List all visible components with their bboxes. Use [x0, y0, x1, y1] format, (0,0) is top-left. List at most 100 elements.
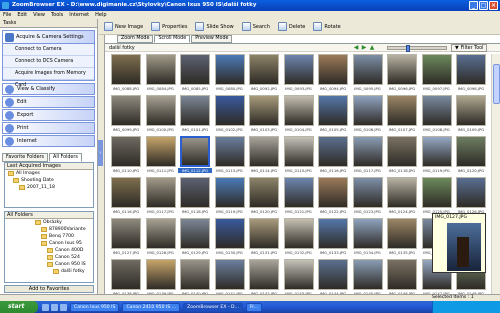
- menu-internet[interactable]: Internet: [69, 11, 89, 19]
- zoom-slider-knob[interactable]: [406, 45, 410, 52]
- thumbnail-image[interactable]: [249, 259, 279, 290]
- thumbnail-item[interactable]: IMG_0105.JPG: [316, 95, 350, 135]
- thumbnail-item[interactable]: IMG_0130.JPG: [213, 218, 247, 258]
- add-to-favorites-button[interactable]: Add to Favorites: [4, 285, 94, 293]
- thumbnail-item[interactable]: IMG_0121.JPG: [282, 177, 316, 217]
- taskbar-item[interactable]: ZoomBrowser EX - D...: [183, 302, 243, 312]
- thumbnail-image[interactable]: [318, 259, 348, 290]
- tree-row[interactable]: Canon Ixus 95: [5, 240, 93, 247]
- thumbnail-item[interactable]: IMG_0144.JPG: [316, 259, 350, 299]
- start-button[interactable]: start: [0, 301, 38, 313]
- thumbnail-image[interactable]: [249, 177, 279, 208]
- connect-dcs-camera-item[interactable]: Connect to DCS Camera: [3, 56, 94, 68]
- thumbnail-item[interactable]: IMG_0142.JPG: [247, 259, 281, 299]
- thumbnail-item[interactable]: IMG_0131.JPG: [247, 218, 281, 258]
- thumbnail-item[interactable]: IMG_0133.JPG: [316, 218, 350, 258]
- thumbnail-image[interactable]: [387, 136, 417, 167]
- thumbnail-item[interactable]: IMG_0120.JPG: [454, 136, 488, 176]
- thumbnail-item[interactable]: IMG_0120.JPG: [247, 177, 281, 217]
- thumbnail-image[interactable]: [249, 136, 279, 167]
- thumbnail-image[interactable]: [145, 259, 176, 290]
- thumbnail-image[interactable]: [249, 54, 279, 85]
- thumbnail-image[interactable]: [456, 136, 486, 167]
- thumbnail-image[interactable]: [387, 95, 417, 126]
- up-arrow-icon[interactable]: ▲: [369, 44, 375, 51]
- thumbnail-image[interactable]: [387, 218, 417, 249]
- forward-arrow-icon[interactable]: ▶: [361, 44, 367, 51]
- thumbnail-item[interactable]: IMG_0116.JPG: [109, 177, 143, 217]
- thumbnail-image[interactable]: [180, 95, 210, 126]
- tab-preview-mode[interactable]: Preview Mode: [191, 35, 233, 43]
- thumbnail-image[interactable]: [111, 95, 141, 126]
- thumbnail-image[interactable]: [145, 54, 176, 85]
- menu-tools[interactable]: Tools: [51, 11, 63, 19]
- thumbnail-image[interactable]: [111, 177, 141, 208]
- collapse-panel-button[interactable]: ‹: [98, 140, 103, 166]
- thumbnail-item[interactable]: IMG_0129.JPG: [178, 218, 212, 258]
- thumbnail-item[interactable]: IMG_0132.JPG: [282, 218, 316, 258]
- thumbnail-image[interactable]: [283, 259, 314, 290]
- thumbnail-image[interactable]: [283, 95, 314, 126]
- tab-zoom-mode[interactable]: Zoom Mode: [117, 35, 154, 43]
- thumbnail-image[interactable]: [180, 218, 210, 249]
- quick-launch-icon[interactable]: [60, 303, 67, 311]
- thumbnail-item[interactable]: IMG_0108.JPG: [420, 95, 454, 135]
- thumbnail-image[interactable]: [214, 177, 245, 208]
- acquire-memory-card-item[interactable]: Acquire Images from Memory Card: [3, 68, 94, 88]
- minimize-button[interactable]: _: [469, 1, 478, 10]
- thumbnail-image[interactable]: [456, 54, 486, 85]
- tree-row[interactable]: 878900Variante: [5, 226, 93, 233]
- thumbnail-image[interactable]: [387, 54, 417, 85]
- close-button[interactable]: ×: [489, 1, 498, 10]
- thumbnail-image[interactable]: [145, 218, 176, 249]
- tree-row[interactable]: All Images: [5, 170, 93, 177]
- tree-row[interactable]: 2007_11_18: [5, 184, 93, 191]
- thumbnail-item[interactable]: IMG_0139.JPG: [144, 259, 178, 299]
- task-export[interactable]: Export: [2, 109, 95, 121]
- thumbnail-item[interactable]: IMG_0088.JPG: [109, 54, 143, 94]
- menu-file[interactable]: File: [3, 11, 11, 19]
- thumbnail-image[interactable]: [214, 259, 245, 290]
- thumbnail-image[interactable]: [318, 177, 348, 208]
- tree-row[interactable]: Canon 950 IS: [5, 261, 93, 268]
- thumbnail-item[interactable]: IMG_0122.JPG: [316, 177, 350, 217]
- thumbnail-item[interactable]: IMG_0115.JPG: [282, 136, 316, 176]
- thumbnail-item[interactable]: IMG_0116.JPG: [316, 136, 350, 176]
- thumbnail-item[interactable]: IMG_0107.JPG: [385, 95, 419, 135]
- thumbnail-image[interactable]: [214, 54, 245, 85]
- thumbnail-image[interactable]: [352, 218, 383, 249]
- thumbnail-item[interactable]: IMG_0118.JPG: [178, 177, 212, 217]
- thumbnail-item[interactable]: IMG_0140.JPG: [178, 259, 212, 299]
- thumbnail-image[interactable]: [421, 136, 452, 167]
- thumbnail-item[interactable]: IMG_0106.JPG: [351, 95, 385, 135]
- thumbnail-image[interactable]: [180, 259, 210, 290]
- thumbnail-item[interactable]: IMG_0138.JPG: [109, 259, 143, 299]
- thumbnail-image[interactable]: [387, 177, 417, 208]
- thumbnail-item[interactable]: IMG_0118.JPG: [385, 136, 419, 176]
- thumbnail-item[interactable]: IMG_0095.JPG: [351, 54, 385, 94]
- maximize-button[interactable]: □: [479, 1, 488, 10]
- thumbnail-item[interactable]: IMG_0110.JPG: [109, 136, 143, 176]
- thumbnail-item[interactable]: IMG_0119.JPG: [420, 136, 454, 176]
- acquire-settings-header[interactable]: Acquire & Camera Settings: [3, 31, 94, 44]
- thumbnail-item[interactable]: IMG_0143.JPG: [282, 259, 316, 299]
- search-button[interactable]: Search: [239, 21, 273, 33]
- thumbnail-item[interactable]: IMG_0117.JPG: [144, 177, 178, 217]
- thumbnail-item[interactable]: IMG_0113.JPG: [213, 136, 247, 176]
- thumbnail-image[interactable]: [352, 136, 383, 167]
- thumbnail-image[interactable]: [318, 95, 348, 126]
- tree-row[interactable]: další fotky: [5, 268, 93, 275]
- thumbnail-item[interactable]: IMG_0114.JPG: [247, 136, 281, 176]
- menu-view[interactable]: View: [33, 11, 45, 19]
- thumbnail-image[interactable]: [111, 259, 141, 290]
- thumbnail-item[interactable]: IMG_0096.JPG: [385, 54, 419, 94]
- thumbnail-image[interactable]: [214, 95, 245, 126]
- task-edit[interactable]: Edit: [2, 96, 95, 108]
- menu-edit[interactable]: Edit: [17, 11, 27, 19]
- thumbnail-image[interactable]: [318, 136, 348, 167]
- rotate-button[interactable]: Rotate: [310, 21, 343, 33]
- thumbnail-image[interactable]: [352, 95, 383, 126]
- thumbnail-item[interactable]: IMG_0101.JPG: [178, 95, 212, 135]
- thumbnail-item[interactable]: IMG_0109.JPG: [454, 95, 488, 135]
- thumbnail-image[interactable]: [180, 177, 210, 208]
